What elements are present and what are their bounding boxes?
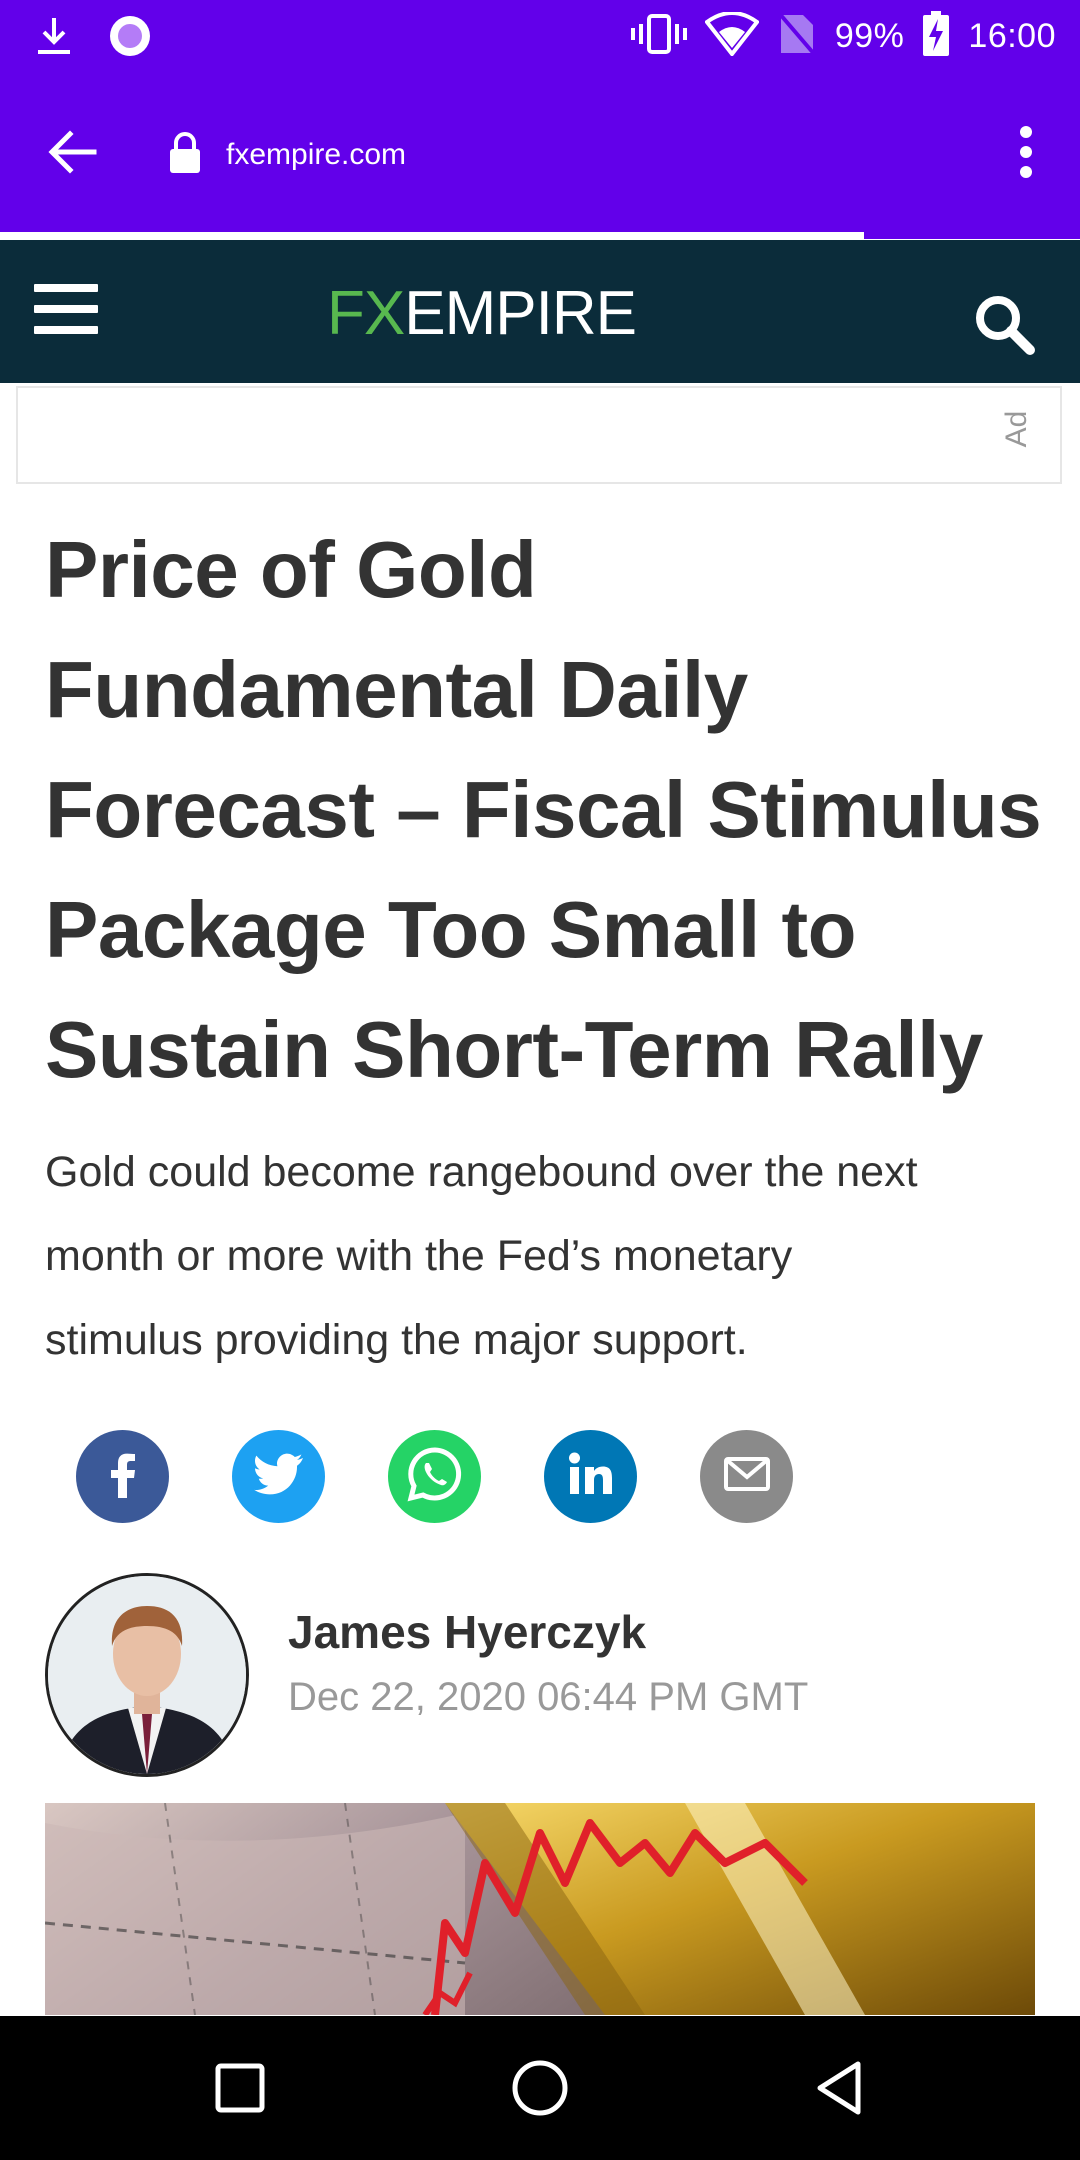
- summary-line: stimulus providing the major support.: [45, 1316, 748, 1364]
- hamburger-menu-icon: [34, 284, 98, 334]
- logo-empire: EMPIRE: [404, 279, 637, 348]
- back-triangle-icon: [808, 2061, 872, 2124]
- page-load-progress-fill: [0, 232, 864, 239]
- whatsapp-icon: [405, 1444, 465, 1509]
- download-icon: [30, 12, 78, 65]
- site-header: FXEMPIRE: [0, 240, 1080, 383]
- more-vert-icon: [996, 126, 1056, 188]
- linkedin-icon: [568, 1452, 614, 1501]
- system-nav-bar: [0, 2016, 1080, 2160]
- home-circle-icon: [508, 2060, 572, 2124]
- page-load-progress: [0, 232, 1080, 239]
- share-facebook-button[interactable]: [76, 1430, 169, 1523]
- url-text: fxempire.com: [226, 138, 407, 171]
- share-buttons: [76, 1430, 793, 1523]
- article-summary: Gold could become rangebound over the ne…: [45, 1130, 1035, 1382]
- ad-banner[interactable]: Ad: [16, 386, 1062, 484]
- notification-dot-icon: [106, 12, 154, 65]
- status-right-icons: 99% 16:00: [630, 0, 1056, 72]
- summary-line: Gold could become rangebound over the ne…: [45, 1148, 918, 1196]
- battery-percent: 99%: [834, 16, 905, 55]
- ad-label: Ad: [1000, 410, 1033, 448]
- headline-line: Fundamental Daily: [45, 645, 748, 734]
- vibrate-icon: [630, 12, 687, 61]
- logo-fx: FX: [327, 279, 405, 348]
- lock-icon: [168, 131, 202, 180]
- share-whatsapp-button[interactable]: [388, 1430, 481, 1523]
- status-bar: 99% 16:00: [0, 0, 1080, 72]
- hamburger-menu-button[interactable]: [34, 284, 98, 340]
- browser-toolbar: fxempire.com: [0, 72, 1080, 235]
- status-left-icons: [30, 12, 154, 65]
- publish-date: Dec 22, 2020 06:44 PM GMT: [288, 1675, 809, 1719]
- fxempire-logo[interactable]: FXEMPIRE: [327, 278, 637, 349]
- battery-charging-icon: [922, 10, 950, 62]
- search-icon: [972, 296, 1036, 360]
- back-arrow-icon: [42, 130, 102, 186]
- article-headline: Price of Gold Fundamental Daily Forecast…: [45, 510, 1045, 1110]
- address-bar[interactable]: fxempire.com: [168, 130, 406, 180]
- recents-square-icon: [208, 2063, 272, 2124]
- clock: 16:00: [968, 16, 1056, 55]
- recents-button[interactable]: [208, 2056, 272, 2120]
- author-name[interactable]: James Hyerczyk: [288, 1605, 646, 1659]
- facebook-icon: [103, 1450, 143, 1503]
- headline-line: Package Too Small to: [45, 885, 856, 974]
- more-options-button[interactable]: [996, 120, 1056, 184]
- email-icon: [723, 1457, 770, 1496]
- no-sim-icon: [777, 11, 817, 62]
- headline-line: Sustain Short-Term Rally: [45, 1005, 983, 1094]
- back-button[interactable]: [42, 122, 102, 182]
- author-avatar[interactable]: [45, 1573, 249, 1777]
- twitter-icon: [253, 1453, 304, 1500]
- search-button[interactable]: [972, 292, 1036, 356]
- share-email-button[interactable]: [700, 1430, 793, 1523]
- home-button[interactable]: [508, 2056, 572, 2120]
- share-twitter-button[interactable]: [232, 1430, 325, 1523]
- summary-line: month or more with the Fed’s monetary: [45, 1232, 793, 1280]
- share-linkedin-button[interactable]: [544, 1430, 637, 1523]
- headline-line: Forecast – Fiscal Stimulus: [45, 765, 1042, 854]
- headline-line: Price of Gold: [45, 525, 537, 614]
- article-hero-image: [45, 1803, 1035, 2015]
- wifi-icon: [703, 10, 760, 61]
- system-back-button[interactable]: [808, 2056, 872, 2120]
